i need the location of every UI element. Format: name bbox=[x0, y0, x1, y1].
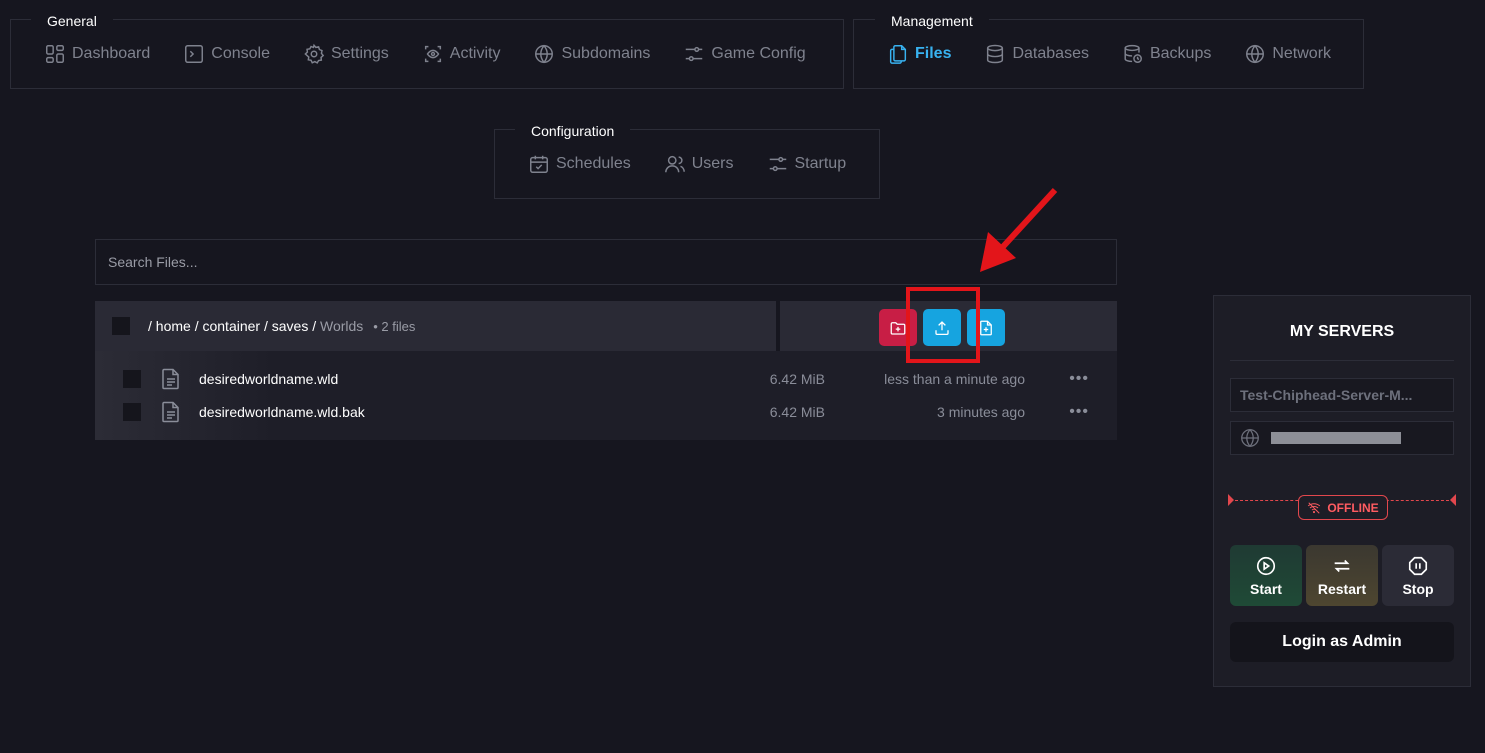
status-text: OFFLINE bbox=[1327, 500, 1379, 515]
restart-icon bbox=[1334, 559, 1350, 572]
my-servers-panel: MY SERVERS Test-Chiphead-Server-M... OFF… bbox=[1213, 295, 1471, 687]
breadcrumb-container[interactable]: container bbox=[202, 318, 260, 334]
stop-label: Stop bbox=[1402, 580, 1434, 597]
file-modified: 3 minutes ago bbox=[937, 403, 1025, 420]
files-icon bbox=[889, 45, 907, 64]
divider bbox=[1230, 360, 1454, 361]
nav-item-label: Game Config bbox=[711, 45, 806, 62]
nav-item-label: Dashboard bbox=[72, 45, 151, 62]
nav-item-users[interactable]: Users bbox=[664, 153, 734, 175]
file-icon bbox=[162, 401, 179, 423]
nav-item-schedules[interactable]: Schedules bbox=[528, 153, 631, 175]
nav-item-label: Databases bbox=[1012, 45, 1089, 62]
nav-item-backups[interactable]: Backups bbox=[1122, 43, 1211, 65]
breadcrumb-separator: / bbox=[194, 318, 199, 334]
nav-item-activity[interactable]: Activity bbox=[422, 43, 501, 65]
file-icon bbox=[162, 368, 179, 390]
nav-item-files[interactable]: Files bbox=[887, 43, 951, 65]
nav-item-label: Console bbox=[211, 45, 270, 62]
globe-icon bbox=[1241, 428, 1259, 448]
select-all-checkbox[interactable] bbox=[112, 317, 130, 335]
nav-item-dashboard[interactable]: Dashboard bbox=[44, 43, 150, 65]
nav-item-game-config[interactable]: Game Config bbox=[683, 43, 806, 65]
nav-item-startup[interactable]: Startup bbox=[767, 153, 847, 175]
nav-item-label: Subdomains bbox=[561, 45, 651, 62]
status-badge: OFFLINE bbox=[1298, 495, 1388, 520]
start-label: Start bbox=[1250, 580, 1282, 597]
file-count: • 2 files bbox=[373, 319, 416, 334]
gear-icon bbox=[304, 43, 325, 64]
nav-item-label: Schedules bbox=[556, 155, 631, 172]
nav-item-label: Activity bbox=[449, 45, 501, 62]
file-menu-button[interactable]: ••• bbox=[1069, 403, 1089, 421]
file-list: desiredworldname.wld 6.42 MiB less than … bbox=[95, 351, 1117, 440]
file-checkbox[interactable] bbox=[123, 369, 141, 388]
start-button[interactable]: Start bbox=[1230, 545, 1302, 606]
file-name[interactable]: desiredworldname.wld bbox=[199, 371, 338, 387]
nav-item-console[interactable]: Console bbox=[183, 43, 270, 65]
file-row[interactable]: desiredworldname.wld 6.42 MiB less than … bbox=[95, 362, 1117, 395]
nav-group-configuration: Configuration Schedules Users Startup bbox=[494, 111, 880, 199]
restart-button[interactable]: Restart bbox=[1306, 545, 1378, 606]
breadcrumb: / home / container / saves / Worlds • 2 … bbox=[148, 318, 415, 334]
breadcrumb-separator: / bbox=[148, 318, 152, 334]
nav-item-label: Settings bbox=[330, 45, 389, 62]
sliders-icon bbox=[686, 46, 703, 62]
nav-group-general: General Dashboard Console Settings Activ… bbox=[10, 1, 844, 89]
file-size: 6.42 MiB bbox=[769, 370, 825, 387]
panel-title: MY SERVERS bbox=[1289, 323, 1395, 340]
globe-icon bbox=[1246, 44, 1265, 64]
breadcrumb-saves[interactable]: saves bbox=[272, 318, 309, 334]
file-size: 6.42 MiB bbox=[769, 403, 825, 420]
nav-item-label: Files bbox=[915, 45, 952, 62]
file-name[interactable]: desiredworldname.wld.bak bbox=[199, 404, 365, 420]
nav-item-settings[interactable]: Settings bbox=[303, 43, 389, 65]
status-line-cap-right bbox=[1450, 494, 1456, 506]
eye-icon bbox=[424, 45, 441, 63]
file-modified: less than a minute ago bbox=[884, 370, 1025, 387]
nav-item-label: Users bbox=[691, 155, 734, 172]
nav-item-label: Startup bbox=[794, 155, 847, 172]
server-name-field[interactable]: Test-Chiphead-Server-M... bbox=[1230, 378, 1454, 412]
nav-item-subdomains[interactable]: Subdomains bbox=[533, 43, 650, 65]
play-icon bbox=[1256, 556, 1276, 575]
nav-group-management: Management Files Databases Backups Netwo… bbox=[853, 1, 1364, 89]
breadcrumb-current: Worlds bbox=[320, 318, 364, 334]
file-list-header: / home / container / saves / Worlds • 2 … bbox=[95, 301, 776, 351]
database-icon bbox=[987, 44, 1004, 64]
globe-icon bbox=[535, 44, 554, 64]
folder-plus-icon bbox=[890, 321, 906, 335]
file-row[interactable]: desiredworldname.wld.bak 6.42 MiB 3 minu… bbox=[95, 395, 1117, 428]
nav-item-databases[interactable]: Databases bbox=[984, 43, 1089, 65]
nav-item-label: Network bbox=[1272, 45, 1332, 62]
stop-icon bbox=[1408, 556, 1428, 575]
restart-label: Restart bbox=[1317, 580, 1367, 597]
annotation-arrow-icon bbox=[980, 187, 1058, 272]
search-placeholder: Search Files... bbox=[108, 254, 198, 270]
breadcrumb-separator: / bbox=[263, 318, 268, 334]
server-address-field[interactable] bbox=[1230, 421, 1454, 455]
dashboard-icon bbox=[46, 45, 64, 63]
nav-item-network[interactable]: Network bbox=[1244, 43, 1331, 65]
annotation-highlight-box bbox=[906, 287, 980, 363]
backup-icon bbox=[1124, 44, 1142, 63]
sliders-icon bbox=[769, 156, 786, 172]
console-icon bbox=[185, 45, 204, 63]
users-icon bbox=[664, 155, 685, 173]
breadcrumb-separator: / bbox=[312, 318, 317, 334]
status-line-cap-left bbox=[1228, 494, 1234, 506]
redacted-address bbox=[1271, 432, 1401, 444]
file-checkbox[interactable] bbox=[123, 402, 141, 421]
login-as-admin-button[interactable]: Login as Admin bbox=[1230, 622, 1454, 662]
breadcrumb-home[interactable]: home bbox=[156, 318, 191, 334]
wifi-off-icon bbox=[1308, 501, 1321, 514]
stop-button[interactable]: Stop bbox=[1382, 545, 1454, 606]
calendar-icon bbox=[530, 155, 548, 173]
nav-item-label: Backups bbox=[1149, 45, 1212, 62]
file-menu-button[interactable]: ••• bbox=[1069, 370, 1089, 388]
search-input[interactable]: Search Files... bbox=[95, 239, 1117, 285]
